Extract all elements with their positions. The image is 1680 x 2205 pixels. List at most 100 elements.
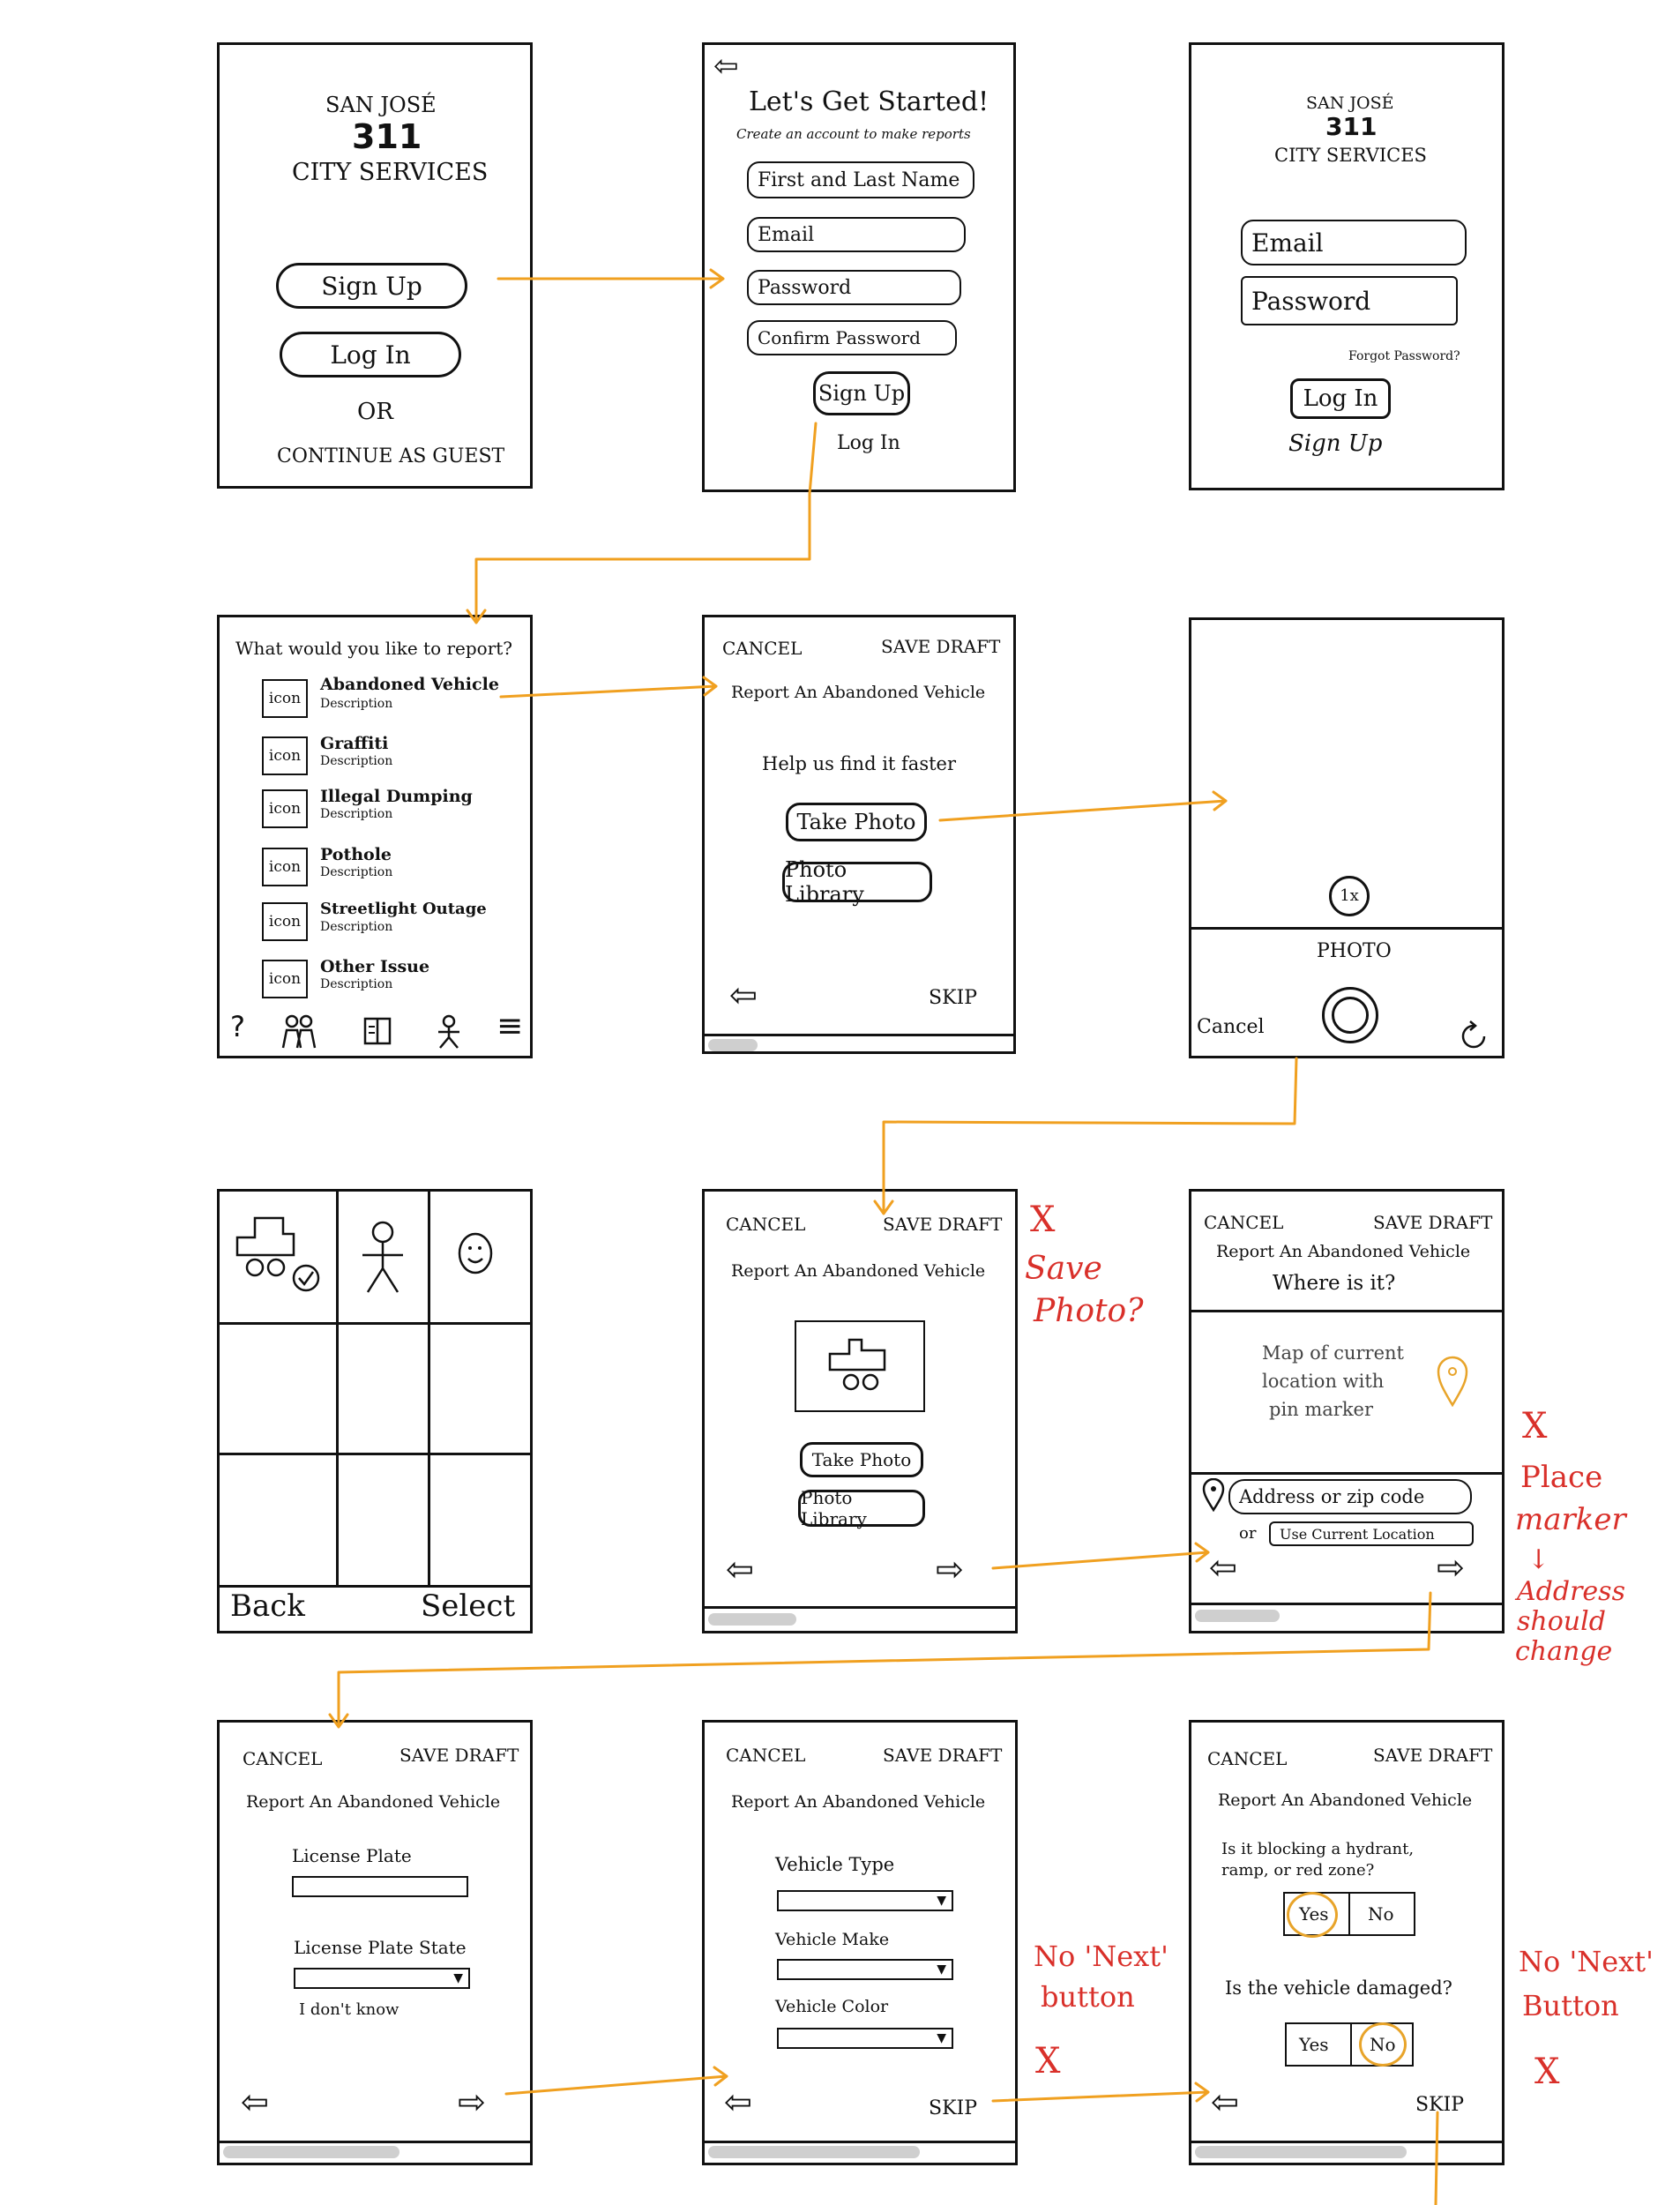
categories-heading: What would you like to report?: [235, 638, 513, 659]
name-field[interactable]: First and Last Name: [747, 161, 974, 198]
save-draft-button[interactable]: SAVE DRAFT: [883, 1215, 1002, 1234]
brand-services: CITY SERVICES: [292, 159, 489, 186]
back-arrow-icon[interactable]: ⇦: [729, 976, 758, 1014]
question-damaged: Is the vehicle damaged?: [1225, 1977, 1452, 1999]
address-input[interactable]: Address or zip code: [1228, 1479, 1472, 1514]
save-draft-button[interactable]: SAVE DRAFT: [399, 1745, 519, 1765]
cancel-button[interactable]: CANCEL: [726, 1745, 805, 1765]
skip-button[interactable]: SKIP: [929, 987, 977, 1009]
save-draft-button[interactable]: SAVE DRAFT: [881, 637, 1000, 656]
vehicle-color-label: Vehicle Color: [775, 1997, 889, 2016]
take-photo-button[interactable]: Take Photo: [786, 803, 927, 841]
brand-city: SAN JOSÉ: [325, 93, 437, 117]
annotation-save-photo: Save: [1025, 1251, 1102, 1287]
back-arrow-icon[interactable]: ⇦: [724, 2083, 752, 2121]
cancel-button[interactable]: CANCEL: [726, 1215, 805, 1234]
menu-icon[interactable]: ≡: [497, 1009, 523, 1044]
signup-link[interactable]: Sign Up: [1288, 431, 1382, 457]
category-label: Streetlight Outage: [320, 900, 487, 918]
use-current-location-label: Use Current Location: [1280, 1525, 1435, 1543]
blocking-no-option[interactable]: No: [1368, 1904, 1394, 1924]
blocking-yes-option[interactable]: Yes: [1299, 1904, 1329, 1924]
category-item[interactable]: icon Illegal Dumping Description: [262, 786, 518, 833]
shutter-button[interactable]: [1322, 987, 1378, 1043]
guest-link[interactable]: CONTINUE AS GUEST: [277, 445, 504, 467]
dont-know-option[interactable]: I don't know: [299, 2001, 399, 2019]
forgot-password-link[interactable]: Forgot Password?: [1348, 349, 1460, 363]
take-photo-button[interactable]: Take Photo: [800, 1442, 923, 1477]
camera-cancel-button[interactable]: Cancel: [1197, 1016, 1265, 1038]
category-icon-placeholder: icon: [262, 679, 308, 718]
password-field-label: Password: [758, 276, 852, 299]
map-pin-icon[interactable]: [1437, 1356, 1468, 1407]
photo-library-button[interactable]: Photo Library: [798, 1487, 925, 1529]
use-current-location-button[interactable]: Use Current Location: [1269, 1521, 1474, 1546]
signup-submit-button[interactable]: Sign Up: [813, 371, 910, 415]
cancel-button[interactable]: CANCEL: [1207, 1749, 1287, 1768]
cancel-button[interactable]: CANCEL: [722, 639, 802, 658]
cancel-button[interactable]: CANCEL: [1204, 1213, 1283, 1232]
skip-button[interactable]: SKIP: [929, 2097, 977, 2119]
login-submit-button[interactable]: Log In: [1290, 378, 1391, 419]
category-item[interactable]: icon Abandoned Vehicle Description: [262, 676, 518, 723]
vehicle-color-select[interactable]: [777, 2028, 953, 2049]
category-item[interactable]: icon Streetlight Outage Description: [262, 899, 518, 946]
back-arrow-icon[interactable]: ⇦: [1209, 1549, 1237, 1587]
book-icon[interactable]: [362, 1016, 394, 1046]
photo-library-button[interactable]: Photo Library: [782, 857, 932, 907]
person-icon[interactable]: [435, 1014, 463, 1050]
next-arrow-icon[interactable]: ⇨: [458, 2083, 486, 2121]
annotation-x-mark: X: [1030, 1200, 1056, 1240]
home-indicator: [708, 2146, 920, 2158]
vehicle-photo-thumbnail[interactable]: [230, 1202, 327, 1299]
screen-vehicle-questions: CANCEL SAVE DRAFT Report An Abandoned Ve…: [1189, 1720, 1505, 2165]
license-plate-state-select[interactable]: [294, 1968, 470, 1989]
email-field[interactable]: Email: [747, 217, 966, 252]
category-icon-placeholder: icon: [262, 848, 308, 886]
category-item[interactable]: icon Pothole Description: [262, 844, 518, 892]
back-arrow-icon[interactable]: ⇦: [241, 2083, 269, 2121]
category-label: Illegal Dumping: [320, 787, 473, 806]
people-icon[interactable]: [280, 1014, 318, 1050]
confirm-password-field[interactable]: Confirm Password: [747, 320, 957, 355]
back-button[interactable]: Back: [230, 1589, 305, 1623]
damaged-no-option[interactable]: No: [1370, 2035, 1396, 2054]
back-arrow-icon[interactable]: ⇦: [726, 1551, 754, 1588]
next-arrow-icon[interactable]: ⇨: [1437, 1549, 1465, 1587]
category-description: Description: [320, 920, 393, 934]
category-label: Graffiti: [320, 734, 389, 753]
annotation-address-change: should: [1517, 1606, 1606, 1637]
back-arrow-icon[interactable]: ⇦: [1211, 2083, 1239, 2121]
next-arrow-icon[interactable]: ⇨: [936, 1551, 964, 1588]
signup-button[interactable]: Sign Up: [276, 263, 467, 309]
person-photo-thumbnail[interactable]: [352, 1220, 414, 1299]
switch-camera-icon[interactable]: [1456, 1019, 1491, 1054]
password-field[interactable]: Password: [1241, 276, 1458, 325]
screen-vehicle-details: CANCEL SAVE DRAFT Report An Abandoned Ve…: [702, 1720, 1018, 2165]
category-icon-placeholder: icon: [262, 789, 308, 828]
vehicle-make-label: Vehicle Make: [775, 1930, 890, 1949]
vehicle-drawing: [828, 1338, 886, 1391]
save-draft-button[interactable]: SAVE DRAFT: [1373, 1745, 1492, 1765]
help-icon[interactable]: ?: [230, 1011, 245, 1043]
login-link[interactable]: Log In: [837, 432, 900, 454]
brand-services: CITY SERVICES: [1274, 145, 1427, 166]
login-button[interactable]: Log In: [280, 332, 461, 377]
save-draft-button[interactable]: SAVE DRAFT: [1373, 1213, 1492, 1232]
cancel-button[interactable]: CANCEL: [243, 1749, 322, 1768]
password-field[interactable]: Password: [747, 270, 961, 305]
email-field[interactable]: Email: [1241, 220, 1467, 265]
category-item[interactable]: icon Graffiti Description: [262, 733, 518, 781]
back-arrow-icon[interactable]: ⇦: [713, 49, 739, 83]
smiley-photo-thumbnail[interactable]: [451, 1229, 500, 1278]
license-plate-state-label: License Plate State: [294, 1937, 467, 1958]
license-plate-input[interactable]: [292, 1876, 468, 1897]
skip-button[interactable]: SKIP: [1415, 2094, 1464, 2116]
damaged-yes-option[interactable]: Yes: [1299, 2035, 1329, 2054]
category-item[interactable]: icon Other Issue Description: [262, 956, 518, 1004]
select-button[interactable]: Select: [421, 1589, 515, 1623]
save-draft-button[interactable]: SAVE DRAFT: [883, 1745, 1002, 1765]
vehicle-type-select[interactable]: [777, 1890, 953, 1911]
zoom-button[interactable]: 1x: [1329, 876, 1370, 916]
vehicle-make-select[interactable]: [777, 1959, 953, 1980]
